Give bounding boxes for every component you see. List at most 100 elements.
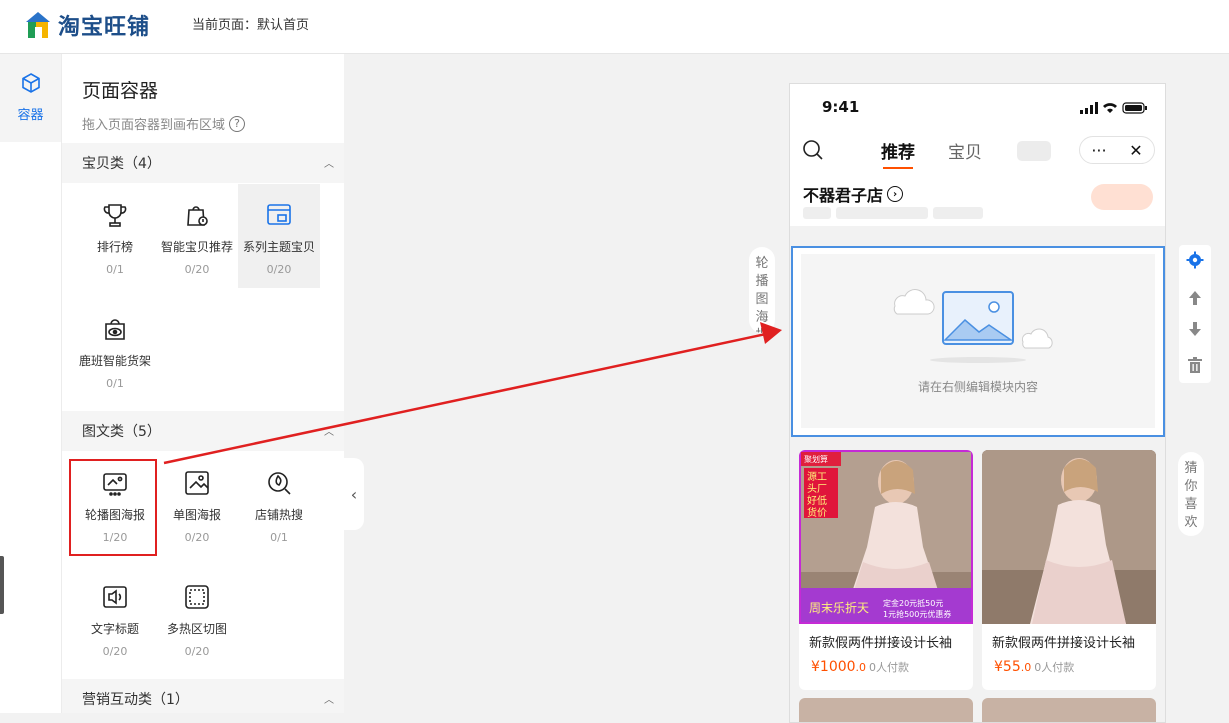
price-decimal: .0 <box>1020 661 1032 674</box>
arrow-up-icon <box>1188 290 1202 310</box>
single-poster-icon <box>182 468 212 498</box>
product-card-partial <box>799 698 973 722</box>
placeholder-bar <box>803 207 831 219</box>
group-label: 营销互动类（1） <box>82 692 189 708</box>
group-header-marketing[interactable]: 营销互动类（1） ︿ <box>62 679 344 713</box>
component-multi-hotspot[interactable]: 多热区切图 0/20 <box>156 566 238 670</box>
product-card[interactable]: 新款假两件拼接设计长袖 ¥55.0 0人付款 <box>982 450 1156 690</box>
group-label: 图文类（5） <box>82 424 161 440</box>
chevron-up-icon: ︿ <box>324 427 334 438</box>
price-decimal: .0 <box>855 661 867 674</box>
top-bar: 淘宝旺铺 当前页面：默认首页 <box>0 0 1229 54</box>
collapse-panel-button[interactable]: ‹ <box>344 458 364 530</box>
shop-header: 不器君子店 › <box>790 170 1165 226</box>
placeholder-bar <box>933 207 983 219</box>
search-icon[interactable] <box>802 139 824 165</box>
carousel-placeholder: 请在右侧编辑模块内容 <box>801 254 1155 428</box>
gear-icon <box>1186 251 1204 273</box>
component-name: 排行榜 <box>96 240 133 254</box>
mini-capsule: ··· ✕ <box>1079 136 1155 164</box>
smart-bag-icon <box>182 200 212 230</box>
promo-tag: 聚划算 <box>804 454 828 464</box>
product-card[interactable]: 聚划算 源工 头厂 好低 货价 周末乐折天 定金20元抵50元 1元抢500元优… <box>799 450 973 690</box>
component-name: 鹿班智能货架 <box>78 354 151 368</box>
settings-button[interactable] <box>1183 250 1207 274</box>
component-count: 0/1 <box>270 531 288 544</box>
component-count: 0/20 <box>184 263 210 276</box>
rail-drag-handle[interactable] <box>0 556 4 614</box>
group-header-graphics[interactable]: 图文类（5） ︿ <box>62 411 344 451</box>
product-price: ¥1000.0 0人付款 <box>799 651 973 675</box>
component-name: 店铺热搜 <box>254 508 303 522</box>
svg-text:好低: 好低 <box>807 494 827 507</box>
component-count: 0/1 <box>106 377 124 390</box>
carousel-side-text: 轮播图海报 <box>755 256 769 333</box>
status-bar: 9:41 <box>790 84 1165 130</box>
component-text-title[interactable]: 文字标题 0/20 <box>74 566 156 670</box>
text-title-icon <box>100 582 130 612</box>
component-single-poster[interactable]: 单图海报 0/20 <box>156 452 238 556</box>
highlight-box <box>69 459 157 556</box>
component-count: 0/20 <box>266 263 292 276</box>
trophy-icon <box>100 200 130 230</box>
component-name: 文字标题 <box>90 622 139 636</box>
more-icon[interactable]: ··· <box>1091 141 1106 160</box>
component-count: 0/20 <box>184 645 210 658</box>
promo-coupon2: 1元抢500元优惠券 <box>883 609 951 619</box>
theme-window-icon <box>264 200 294 230</box>
shop-name-text: 不器君子店 <box>803 186 884 205</box>
placeholder-bar <box>836 207 928 219</box>
brand-name: 淘宝旺铺 <box>58 15 151 40</box>
module-toolbar <box>1179 245 1211 383</box>
delete-button[interactable] <box>1183 355 1207 379</box>
chevron-up-icon: ︿ <box>324 159 334 170</box>
tab-placeholder[interactable] <box>1017 141 1051 161</box>
component-panel: 页面容器 拖入页面容器到画布区域 ? 宝贝类（4） ︿ 排行榜 0/1 智能宝贝… <box>62 54 344 713</box>
brand-logo[interactable]: 淘宝旺铺 <box>24 9 150 41</box>
component-count: 0/20 <box>184 531 210 544</box>
help-icon[interactable]: ? <box>229 115 246 132</box>
panel-title: 页面容器 <box>82 80 159 102</box>
status-time: 9:41 <box>822 98 860 116</box>
component-name: 单图海报 <box>172 508 221 522</box>
component-shop-hot-search[interactable]: 店铺热搜 0/1 <box>238 452 320 556</box>
rail-item-container[interactable]: 容器 <box>0 54 61 142</box>
component-luban-shelf[interactable]: 鹿班智能货架 0/1 <box>74 298 156 402</box>
rail-item-label: 容器 <box>17 108 44 123</box>
arrow-down-icon <box>1188 321 1202 341</box>
follow-button[interactable] <box>1091 184 1153 210</box>
move-up-button[interactable] <box>1183 288 1207 312</box>
panel-subtitle: 拖入页面容器到画布区域 ? <box>82 114 246 133</box>
component-ranking[interactable]: 排行榜 0/1 <box>74 184 156 288</box>
arrow-right-circle-icon: › <box>887 186 904 202</box>
move-down-button[interactable] <box>1183 319 1207 343</box>
group-header-items[interactable]: 宝贝类（4） ︿ <box>62 143 344 183</box>
tab-recommend[interactable]: 推荐 <box>881 138 915 169</box>
shop-name[interactable]: 不器君子店 › <box>803 182 904 206</box>
hotspot-icon <box>182 582 212 612</box>
promo-coupon1: 定金20元抵50元 <box>883 598 943 608</box>
panel-subtitle-text: 拖入页面容器到画布区域 <box>82 118 226 133</box>
paid-count: 0人付款 <box>1034 661 1075 674</box>
cube-icon <box>20 72 42 98</box>
phone-preview: 9:41 推荐 宝贝 ··· ✕ 不器君子店 › 请在右侧编辑模块内容 聚划算 … <box>789 83 1166 723</box>
trash-icon <box>1187 356 1203 378</box>
paid-count: 0人付款 <box>869 661 910 674</box>
shop-nav: 推荐 宝贝 ··· ✕ <box>790 130 1165 170</box>
component-smart-recommend[interactable]: 智能宝贝推荐 0/20 <box>156 184 238 288</box>
component-count: 0/1 <box>106 263 124 276</box>
close-icon[interactable]: ✕ <box>1129 141 1142 160</box>
left-rail: 容器 <box>0 54 62 713</box>
price-value: ¥55 <box>994 659 1021 675</box>
carousel-hint: 请在右侧编辑模块内容 <box>917 380 1038 394</box>
hot-search-icon <box>264 468 294 498</box>
component-theme-series[interactable]: 系列主题宝贝 0/20 <box>238 184 320 288</box>
chevron-up-icon: ︿ <box>324 695 334 706</box>
component-name: 智能宝贝推荐 <box>160 240 233 254</box>
tab-items[interactable]: 宝贝 <box>948 138 982 163</box>
shelf-eye-icon <box>100 314 130 344</box>
svg-text:头厂: 头厂 <box>807 483 827 495</box>
chevron-left-icon: ‹ <box>350 484 358 504</box>
carousel-module[interactable]: 请在右侧编辑模块内容 <box>791 246 1165 437</box>
product-price: ¥55.0 0人付款 <box>982 651 1156 675</box>
